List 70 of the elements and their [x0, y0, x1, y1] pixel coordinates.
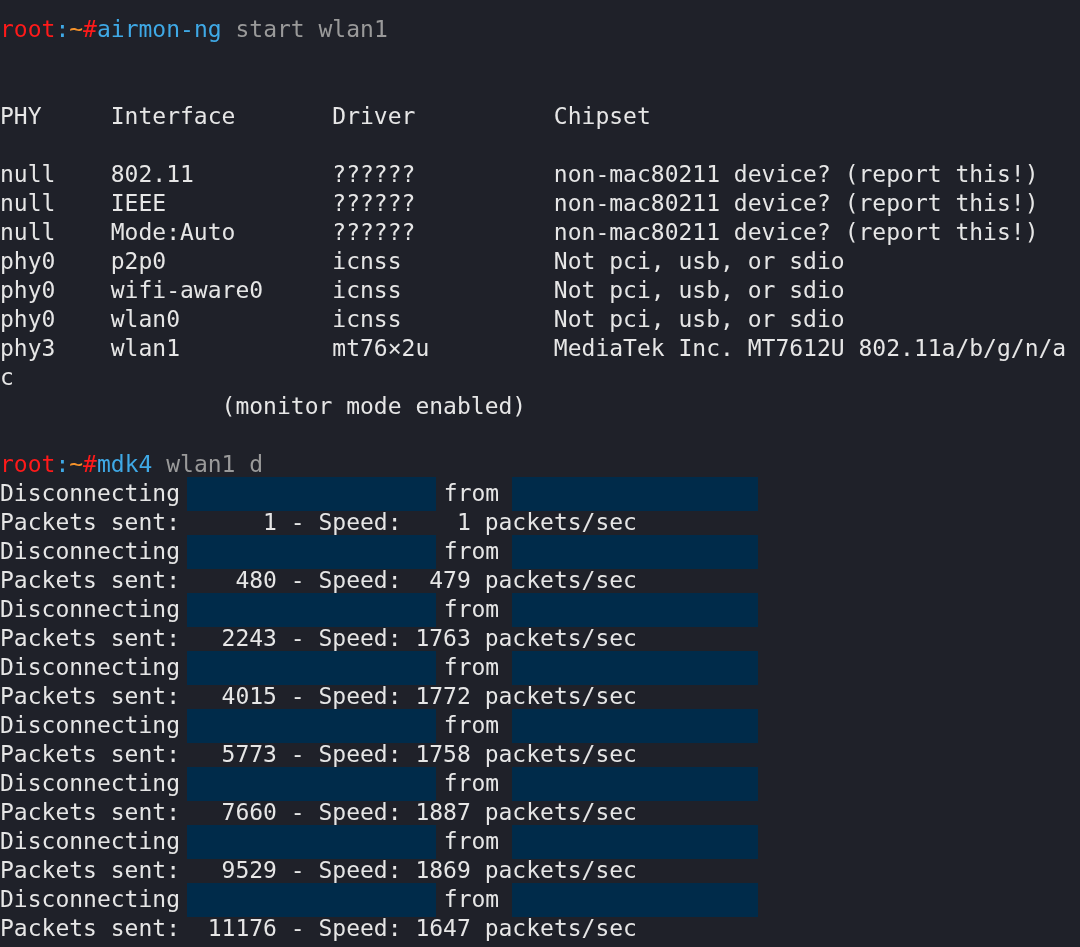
table-cell: null: [0, 161, 56, 187]
table-cell: ??????: [332, 161, 416, 187]
output-line: Packets sent: 4015 - Speed: 1772 packets/sec: [0, 682, 637, 711]
table-cell: icnss: [332, 248, 402, 274]
output-line: Packets sent: 9529 - Speed: 1869 packets/sec: [0, 856, 637, 885]
table-cell: icnss: [332, 277, 402, 303]
table-cell: phy0: [0, 277, 56, 303]
output-text: Disconnecting: [0, 827, 180, 856]
table-cell: Not pci, usb, or sdio: [553, 306, 845, 332]
table-cell: ??????: [332, 190, 416, 216]
table-cell: mt76×2u: [332, 335, 430, 361]
table-cell: p2p0: [110, 248, 167, 274]
table-cell: Not pci, usb, or sdio: [553, 277, 845, 303]
output-text: Disconnecting: [0, 653, 180, 682]
table-cell: wifi-aware0: [110, 277, 264, 303]
output-line: Packets sent: 5773 - Speed: 1758 packets/sec: [0, 740, 637, 769]
column-header: Driver: [332, 103, 416, 129]
output-text: Disconnecting: [0, 711, 180, 740]
output-line: Packets sent: 2243 - Speed: 1763 packets/sec: [0, 624, 637, 653]
output-line: Packets sent: 480 - Speed: 479 packets/sec: [0, 566, 637, 595]
table-cell: MediaTek Inc. MT7612U 802.11a/b/g/n/a: [553, 335, 1067, 361]
table-cell: wlan1: [110, 335, 180, 361]
prompt-separator: :: [55, 450, 70, 479]
output-text: from: [443, 827, 500, 856]
column-header: Interface: [110, 103, 236, 129]
output-text: Disconnecting: [0, 769, 180, 798]
prompt-symbol: #: [83, 15, 97, 44]
table-cell: wlan0: [110, 306, 180, 332]
output-text: from: [443, 479, 500, 508]
output-line: (monitor mode enabled): [220, 392, 527, 421]
prompt-path: ~: [69, 15, 84, 44]
command-args: start wlan1: [235, 15, 388, 44]
output-text: from: [443, 769, 500, 798]
output-line: Packets sent: 11176 - Speed: 1647 packets/sec: [0, 914, 637, 943]
prompt-symbol: #: [83, 450, 97, 479]
output-text: from: [443, 711, 500, 740]
output-line: Packets sent: 1 - Speed: 1 packets/sec: [0, 508, 637, 537]
output-text: Disconnecting: [0, 885, 180, 914]
output-text: from: [443, 885, 500, 914]
table-cell: phy3: [0, 335, 56, 361]
table-cell: Mode:Auto: [110, 219, 236, 245]
output-line: c: [0, 363, 14, 392]
command-name: airmon-ng: [96, 15, 222, 44]
table-cell: ??????: [332, 219, 416, 245]
output-text: from: [443, 537, 500, 566]
output-text: from: [443, 595, 500, 624]
table-cell: IEEE: [110, 190, 167, 216]
output-text: Disconnecting: [0, 595, 180, 624]
command-args: wlan1 d: [166, 450, 264, 479]
output-line: Packets sent: 7660 - Speed: 1887 packets/sec: [0, 798, 637, 827]
column-header: Chipset: [553, 103, 651, 129]
table-cell: null: [0, 219, 56, 245]
output-text: Disconnecting: [0, 537, 180, 566]
table-cell: icnss: [332, 306, 402, 332]
table-cell: non-mac80211 device? (report this!): [553, 190, 1039, 216]
table-cell: non-mac80211 device? (report this!): [553, 161, 1039, 187]
table-cell: phy0: [0, 248, 56, 274]
table-cell: non-mac80211 device? (report this!): [553, 219, 1039, 245]
prompt-user: root: [0, 15, 56, 44]
output-text: from: [443, 653, 500, 682]
column-header: PHY: [0, 103, 42, 129]
prompt-separator: :: [55, 15, 70, 44]
table-cell: phy0: [0, 306, 56, 332]
prompt-path: ~: [69, 450, 84, 479]
table-cell: 802.11: [110, 161, 194, 187]
prompt-user: root: [0, 450, 56, 479]
command-name: mdk4: [96, 450, 153, 479]
table-cell: null: [0, 190, 56, 216]
table-cell: Not pci, usb, or sdio: [553, 248, 845, 274]
output-text: Disconnecting: [0, 479, 180, 508]
